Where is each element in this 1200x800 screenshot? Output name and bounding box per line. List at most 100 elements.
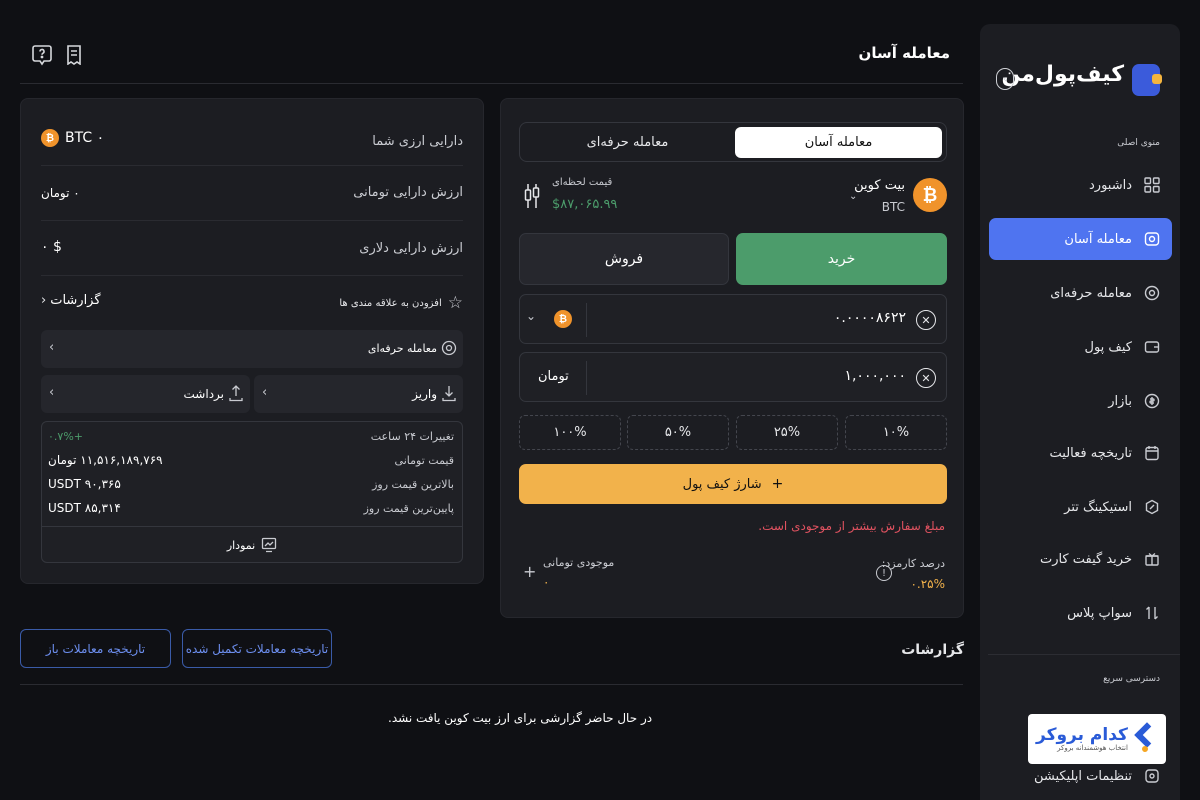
- row-divider: [41, 220, 463, 221]
- completed-trades-history-button[interactable]: تاریخچه معاملات تکمیل شده: [182, 629, 332, 668]
- deposit-icon: [442, 386, 456, 402]
- sidebar-item-gift-card[interactable]: خرید گیفت کارت: [989, 538, 1172, 580]
- chevron-left-icon: ‹: [41, 293, 47, 308]
- dollar-asset-label: ارزش دارایی دلاری: [359, 241, 463, 256]
- charge-wallet-label: شارژ کیف پول: [682, 476, 762, 492]
- sidebar-item-dashboard[interactable]: داشبورد: [989, 164, 1172, 206]
- clear-icon[interactable]: ✕: [916, 368, 936, 388]
- staking-icon: [1144, 499, 1160, 515]
- withdraw-card[interactable]: برداشت ‹: [41, 375, 250, 413]
- receipt-icon[interactable]: [64, 44, 84, 66]
- field-divider: [586, 361, 587, 395]
- chevron-left-icon[interactable]: ‹: [996, 68, 1014, 90]
- stat-value: USDT ۸۵,۳۱۴: [48, 501, 121, 515]
- tab-pro-trade[interactable]: معامله حرفه‌ای: [524, 127, 731, 158]
- add-favorite-button[interactable]: ☆ افزودن به علاقه مندی ها: [339, 293, 463, 313]
- chevron-left-icon: ‹: [262, 385, 268, 400]
- chart-icon: [262, 537, 277, 553]
- buy-button[interactable]: خرید: [736, 233, 947, 285]
- error-message: مبلغ سفارش بیشتر از موجودی است.: [758, 519, 945, 533]
- chevron-down-icon[interactable]: ⌄: [526, 309, 536, 323]
- sidebar-item-history[interactable]: تاریخچه فعالیت: [989, 432, 1172, 474]
- sidebar-item-staking[interactable]: استیکینگ تتر: [989, 486, 1172, 528]
- sidebar-item-wallet[interactable]: کیف پول: [989, 326, 1172, 368]
- sidebar-item-swap[interactable]: سواپ پلاس: [989, 592, 1172, 634]
- crypto-amount-value[interactable]: ۰.۰۰۰۰۸۶۲۲: [834, 310, 906, 326]
- charge-wallet-button[interactable]: + شارژ کیف پول: [519, 464, 947, 504]
- row-divider: [41, 275, 463, 276]
- stat-value: ۱۱,۵۱۶,۱۸۹,۷۶۹ تومان: [48, 453, 163, 467]
- quick-access-label: دسترسی سریع: [1103, 674, 1160, 684]
- star-icon: ☆: [447, 293, 463, 313]
- stat-value: +۰.۷%: [48, 430, 83, 443]
- dashboard-icon: [1144, 177, 1160, 193]
- sidebar-item-app-settings[interactable]: تنظیمات اپلیکیشن: [989, 756, 1172, 796]
- broker-logo-icon: [1134, 722, 1160, 754]
- sidebar-item-market[interactable]: بازار: [989, 380, 1172, 422]
- candlestick-icon[interactable]: [523, 183, 541, 213]
- add-favorite-label: افزودن به علاقه مندی ها: [339, 297, 442, 309]
- stat-value: USDT ۹۰,۳۶۵: [48, 477, 121, 491]
- sidebar-divider: [988, 654, 1180, 655]
- crypto-amount-field[interactable]: ✕ ۰.۰۰۰۰۸۶۲۲ ₿ ⌄: [519, 294, 947, 344]
- dollar-asset-value: $ ۰: [41, 239, 62, 255]
- stat-label: بالاترین قیمت روز: [372, 478, 454, 491]
- percent-50-button[interactable]: ۵۰%: [627, 415, 729, 450]
- sidebar: کیف‌پول‌من ‹ منوی اصلی داشبورد معامله آس…: [980, 24, 1180, 800]
- crypto-asset-label: دارایی ارزی شما: [372, 134, 463, 149]
- help-icon[interactable]: [32, 44, 52, 66]
- toman-amount-field[interactable]: ✕ ۱,۰۰۰,۰۰۰ تومان: [519, 352, 947, 402]
- menu-label: منوی اصلی: [1117, 138, 1160, 148]
- broker-ad-subtitle: انتخاب هوشمندانه بروکر: [1057, 744, 1128, 752]
- percent-25-button[interactable]: ۲۵%: [736, 415, 838, 450]
- pro-trade-icon: [441, 340, 457, 356]
- reports-empty-message: در حال حاضر گزارشی برای ارز بیت کوین یاف…: [388, 711, 653, 725]
- sidebar-item-easy-trade[interactable]: معامله آسان: [989, 218, 1172, 260]
- bitcoin-icon: ₿: [554, 310, 572, 328]
- header-divider: [20, 83, 963, 84]
- chevron-left-icon: ‹: [49, 340, 55, 355]
- currency-label: تومان: [538, 369, 569, 384]
- gift-card-icon: [1144, 551, 1160, 567]
- sidebar-item-pro-trade[interactable]: معامله حرفه‌ای: [989, 272, 1172, 314]
- trade-panel: معامله آسان معامله حرفه‌ای ₿ بیت کوین BT…: [500, 98, 964, 618]
- live-price: $۸۷,۰۶۵.۹۹: [552, 197, 618, 212]
- sidebar-item-label: تنظیمات اپلیکیشن: [1033, 768, 1132, 784]
- crypto-asset-value: ۰ BTC: [65, 130, 105, 146]
- stat-label: پایین‌ترین قیمت روز: [363, 502, 454, 515]
- deposit-label: واریز: [412, 387, 437, 401]
- price-label: قیمت لحظه‌ای: [552, 177, 613, 188]
- balance-label: موجودی تومانی: [543, 556, 615, 569]
- field-divider: [586, 303, 587, 337]
- pro-trade-icon: [1144, 285, 1160, 301]
- percent-10-button[interactable]: ۱۰%: [845, 415, 947, 450]
- deposit-card-content: واریز: [412, 385, 457, 403]
- pro-trade-card[interactable]: معامله حرفه‌ای ‹: [41, 330, 463, 368]
- tab-easy-trade[interactable]: معامله آسان: [735, 127, 942, 158]
- row-divider: [41, 165, 463, 166]
- plus-icon[interactable]: +: [523, 562, 536, 581]
- clear-icon[interactable]: ✕: [916, 310, 936, 330]
- deposit-card[interactable]: واریز ‹: [254, 375, 463, 413]
- plus-icon: +: [771, 476, 784, 492]
- pro-trade-card-content: معامله حرفه‌ای: [368, 340, 457, 356]
- chart-button[interactable]: نمودار: [42, 527, 462, 563]
- app-logo-text: کیف‌پول‌من: [1001, 62, 1124, 87]
- info-icon[interactable]: !: [876, 565, 892, 581]
- coin-name[interactable]: بیت کوین: [854, 178, 905, 193]
- reports-link[interactable]: گزارشات ‹: [41, 293, 101, 308]
- percent-100-button[interactable]: ۱۰۰%: [519, 415, 621, 450]
- toman-asset-value: ۰ تومان: [41, 186, 80, 200]
- wallet-logo-icon: [1132, 64, 1162, 96]
- settings-icon: [1144, 768, 1160, 784]
- reports-divider: [20, 684, 963, 685]
- fee-value: ۰.۲۵%: [910, 577, 945, 591]
- open-trades-history-button[interactable]: تاریخچه معاملات باز: [20, 629, 171, 668]
- chevron-down-icon[interactable]: ⌄: [849, 191, 857, 202]
- sidebar-item-label: کیف پول: [1084, 339, 1132, 355]
- bitcoin-icon: ₿: [41, 129, 59, 147]
- toman-amount-value[interactable]: ۱,۰۰۰,۰۰۰: [844, 368, 906, 384]
- stat-label: تغییرات ۲۴ ساعت: [370, 430, 454, 443]
- sell-button[interactable]: فروش: [519, 233, 729, 285]
- fee-label: درصد کارمزد:: [881, 557, 945, 570]
